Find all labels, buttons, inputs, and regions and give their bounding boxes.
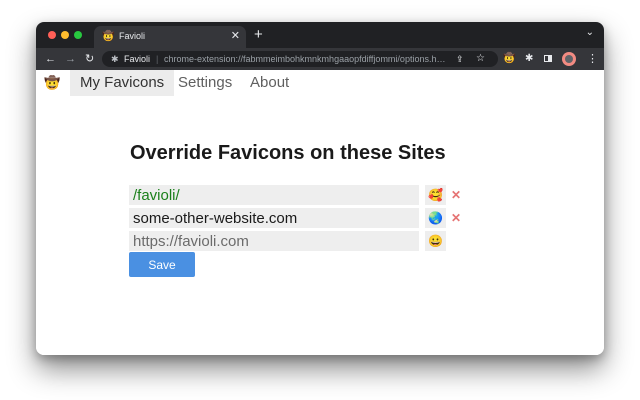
extension-puzzle-icon: ✱ [111, 54, 119, 64]
extensions-puzzle-icon[interactable]: ✱ [525, 51, 533, 67]
save-button[interactable]: Save [129, 252, 195, 277]
profile-avatar[interactable] [562, 52, 576, 66]
new-site-pattern-input[interactable] [129, 231, 419, 251]
address-separator: | [156, 54, 159, 64]
tab-favicon-icon: 🤠 [102, 31, 115, 42]
side-panel-icon[interactable] [544, 55, 552, 62]
tab-settings[interactable]: Settings [178, 70, 232, 96]
page-title: Override Favicons on these Sites [130, 142, 446, 164]
favioli-logo-icon: 🤠 [44, 75, 61, 90]
options-page: 🤠 My Favicons Settings About Override Fa… [36, 70, 604, 355]
minimize-window-button[interactable] [61, 31, 69, 39]
site-pattern-input[interactable] [129, 208, 419, 228]
browser-window: 🤠 Favioli ✕ + ⌄ ← → ↻ ✱ Favioli | chrome… [36, 22, 604, 355]
remove-row-icon[interactable]: ✕ [451, 208, 461, 228]
browser-tab[interactable]: 🤠 Favioli ✕ [94, 26, 246, 48]
emoji-picker-button[interactable]: 😀 [425, 231, 446, 251]
tab-close-icon[interactable]: ✕ [231, 29, 240, 43]
remove-row-icon[interactable]: ✕ [451, 185, 461, 205]
tab-about[interactable]: About [250, 70, 289, 96]
kebab-menu-icon[interactable]: ⋮ [587, 51, 598, 67]
address-site-label: Favioli [124, 54, 151, 64]
reload-icon[interactable]: ↻ [85, 51, 94, 67]
maximize-window-button[interactable] [74, 31, 82, 39]
tab-strip: 🤠 Favioli ✕ + ⌄ [36, 22, 604, 48]
emoji-picker-button[interactable]: 🥰 [425, 185, 446, 205]
back-arrow-icon[interactable]: ← [45, 51, 56, 67]
address-bar[interactable]: ✱ Favioli | chrome-extension://fabmmeimb… [102, 51, 498, 67]
forward-arrow-icon[interactable]: → [65, 51, 76, 67]
tab-title: Favioli [119, 31, 146, 41]
tab-search-chevron-icon[interactable]: ⌄ [586, 27, 594, 38]
emoji-picker-button[interactable]: 🌏 [425, 208, 446, 228]
site-pattern-input[interactable] [129, 185, 419, 205]
new-tab-icon[interactable]: + [254, 26, 263, 44]
browser-toolbar: ← → ↻ ✱ Favioli | chrome-extension://fab… [36, 48, 604, 70]
favioli-extension-icon[interactable]: 🤠 [503, 51, 515, 67]
share-icon[interactable]: ⇪ [456, 52, 464, 66]
bookmark-star-icon[interactable]: ☆ [476, 52, 485, 66]
address-url[interactable]: chrome-extension://fabmmeimbohkmnkmhgaao… [164, 53, 446, 65]
close-window-button[interactable] [48, 31, 56, 39]
tab-my-favicons[interactable]: My Favicons [70, 70, 175, 96]
